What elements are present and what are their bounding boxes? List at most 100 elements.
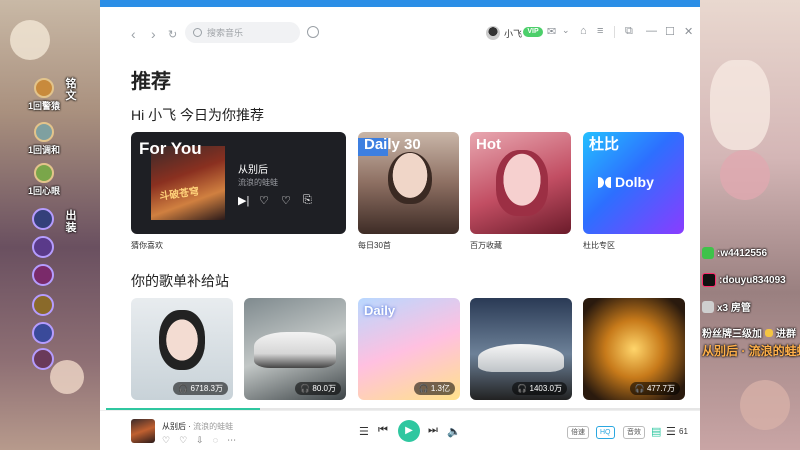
like-icon[interactable]: ♡ — [162, 435, 170, 446]
minimize-icon[interactable]: — — [646, 25, 657, 37]
daily30-card[interactable]: Daily 30 — [358, 132, 459, 234]
mail-icon[interactable]: ✉ — [547, 25, 556, 38]
playlist-mode-icon[interactable]: ☰ — [359, 425, 369, 438]
rank-badge-icon — [34, 163, 54, 183]
playlist-card[interactable]: 🎧 1403.0万 — [470, 298, 572, 400]
section-title: 你的歌单补给站 — [131, 273, 229, 289]
gift-icon[interactable]: ⌂ — [580, 25, 587, 37]
rank-badge-icon — [34, 78, 54, 98]
dolby-icon — [598, 176, 611, 188]
rank-item: 1回警猿 — [28, 78, 60, 112]
player-cover[interactable] — [131, 419, 155, 443]
like-icon[interactable]: ♡ — [259, 194, 269, 207]
card-caption[interactable]: 百万收藏 — [470, 240, 502, 251]
play-count: 🎧 477.7万 — [629, 382, 680, 395]
effect-button[interactable]: 音效 — [623, 426, 645, 439]
fan-icon — [765, 328, 773, 337]
douyin-contact: : douyu834093 — [702, 273, 786, 287]
lyrics-icon[interactable]: ▤ — [651, 425, 661, 438]
page-title: 推荐 — [131, 71, 171, 93]
room-admin-label: x3 房管 — [702, 299, 751, 314]
for-you-artist: 流浪的蛙蛙 — [238, 178, 278, 187]
join-group-text: 进群 — [776, 329, 796, 340]
forward-icon[interactable]: › — [151, 26, 156, 42]
greeting-heading: Hi 小飞 今日为你推荐 — [131, 107, 264, 123]
dislike-icon[interactable]: ♡ — [281, 194, 291, 207]
speed-button[interactable]: 倍速 — [567, 426, 589, 439]
queue-count: 61 — [679, 427, 688, 436]
player-song: 从别后 — [162, 422, 186, 431]
queue-icon[interactable]: ☰ — [666, 425, 676, 438]
equip-icon — [32, 236, 54, 258]
dolby-logo-text: Dolby — [615, 174, 654, 190]
maximize-icon[interactable]: ☐ — [665, 25, 675, 38]
dolby-card[interactable]: 杜比 Dolby — [583, 132, 684, 234]
card-tag: Daily 30 — [364, 136, 421, 153]
window-accent-bar — [100, 0, 700, 7]
menu-icon[interactable]: ≡ — [597, 25, 603, 37]
playlist-card[interactable]: 🎧 6718.3万 — [131, 298, 233, 400]
play-count: 🎧 1403.0万 — [512, 382, 567, 395]
card-caption[interactable]: 杜比专区 — [583, 240, 615, 251]
decor-flower — [740, 380, 790, 430]
previous-icon[interactable]: ⏮ — [378, 424, 388, 437]
play-button[interactable]: ▶ — [398, 420, 420, 442]
player-artist: 流浪的蛙蛙 — [193, 422, 234, 431]
fan-badge-label: 粉丝牌三级加 进群 — [702, 325, 796, 340]
wechat-id: w4412556 — [720, 247, 768, 259]
rank-item: 1回调和 — [28, 122, 60, 156]
next-icon[interactable]: ⏭ — [428, 424, 438, 437]
playlist-cover — [159, 310, 205, 370]
close-icon[interactable]: ✕ — [684, 25, 693, 38]
divider — [614, 26, 615, 38]
mini-mode-icon[interactable]: ⧉ — [625, 25, 633, 38]
back-icon[interactable]: ‹ — [131, 26, 136, 42]
refresh-icon[interactable]: ↻ — [168, 28, 177, 41]
player-track-info: 从别后 · 流浪的蛙蛙 — [162, 422, 234, 431]
card-caption[interactable]: 每日30首 — [358, 240, 391, 251]
vip-badge[interactable]: VIP — [523, 27, 543, 37]
search-placeholder: 搜索音乐 — [207, 28, 244, 38]
playlist-cover — [254, 332, 336, 368]
playlist-cover — [478, 344, 564, 372]
decor-flower — [10, 20, 50, 60]
avatar[interactable] — [486, 26, 500, 40]
volume-icon[interactable]: 🔈 — [447, 425, 461, 438]
player-actions: ♡ ♡ ⇩ ◌ ⋯ — [162, 435, 236, 446]
equip-icon — [32, 264, 54, 286]
titlebar: ‹ › ↻ 搜索音乐 — [100, 7, 700, 55]
share-icon[interactable]: ⎘ — [303, 194, 312, 207]
play-count: 🎧 1.3亿 — [413, 382, 455, 395]
voice-search-icon[interactable] — [307, 26, 319, 38]
artist-photo — [388, 152, 432, 204]
for-you-card[interactable]: 斗破苍穹 For You 从别后 流浪的蛙蛙 ▶| ♡ ♡ ⎘ — [131, 132, 346, 234]
chevron-down-icon[interactable]: ⌄ — [562, 25, 570, 36]
for-you-song: 从别后 — [238, 165, 268, 176]
stream-overlay-right — [700, 0, 800, 450]
more-icon[interactable]: ⋯ — [227, 435, 236, 446]
wechat-contact: : w4412556 — [702, 247, 767, 259]
douyin-icon — [702, 273, 716, 287]
cover-title: 斗破苍穹 — [158, 186, 200, 203]
download-icon[interactable]: ⇩ — [196, 435, 204, 446]
playlist-card[interactable]: Daily 🎧 1.3亿 — [358, 298, 460, 400]
dislike-icon[interactable]: ♡ — [179, 435, 187, 446]
card-caption[interactable]: 猜你喜欢 — [131, 240, 163, 251]
rank-item: 1回心眼 — [28, 163, 60, 197]
rank-label: 1回调和 — [28, 145, 61, 155]
quality-button[interactable]: HQ — [596, 426, 615, 439]
overlay-label-inscription: 铭文 — [65, 78, 77, 102]
decor-figure — [710, 60, 770, 150]
fan-badge-text: 粉丝牌三级加 — [702, 329, 762, 340]
playlist-card[interactable]: 🎧 477.7万 — [583, 298, 685, 400]
dolby-logo: Dolby — [598, 174, 654, 190]
equip-icon — [32, 348, 54, 370]
hot-card[interactable]: Hot — [470, 132, 571, 234]
play-icon[interactable]: ▶| — [238, 194, 249, 207]
user-name[interactable]: 小飞 — [504, 27, 522, 40]
room-admin-text: x3 房管 — [717, 303, 751, 314]
comment-icon[interactable]: ◌ — [213, 435, 218, 446]
playlist-card[interactable]: 🎧 80.0万 — [244, 298, 346, 400]
stream-overlay-left: 铭文 1回警猿 1回调和 1回心眼 出装 — [0, 0, 100, 450]
search-input[interactable]: 搜索音乐 — [185, 22, 300, 43]
